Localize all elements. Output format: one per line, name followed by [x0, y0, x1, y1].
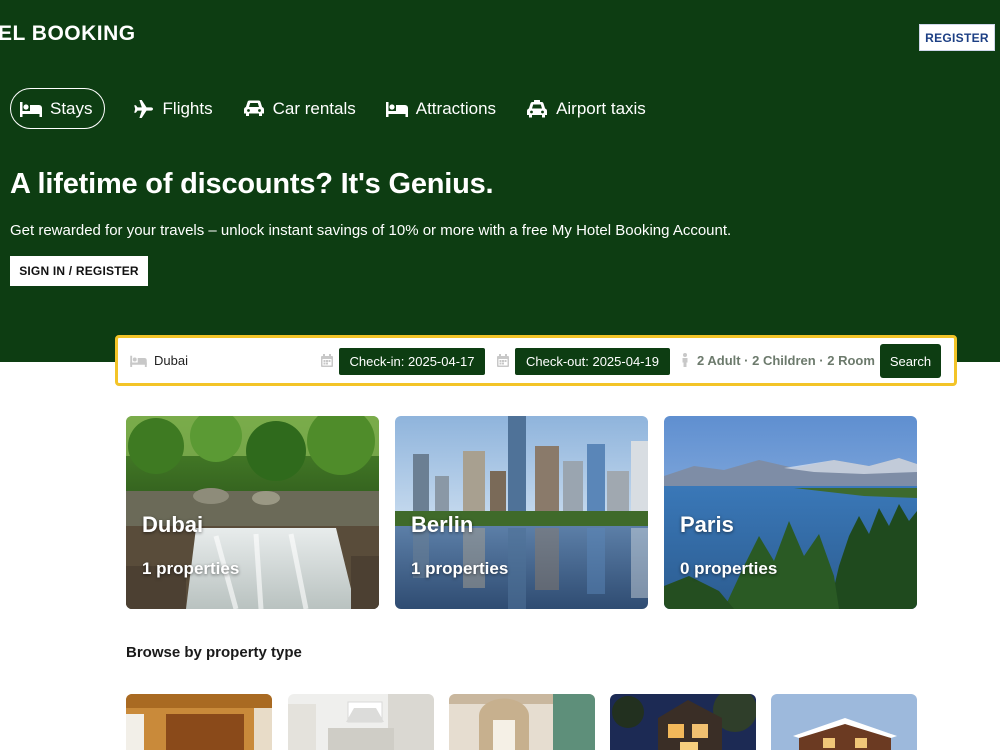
calendar-icon [497, 354, 509, 372]
check-out-date-button[interactable]: Check-out: 2025-04-19 [515, 348, 670, 375]
search-button[interactable]: Search [880, 344, 941, 378]
brand-logo-text[interactable]: EL BOOKING [0, 22, 136, 46]
nav-item-label: Attractions [415, 98, 497, 118]
destination-input[interactable]: Dubai [154, 353, 188, 368]
bed-icon [385, 100, 408, 118]
property-type-card[interactable] [610, 694, 756, 750]
plane-icon [133, 99, 155, 118]
car-icon [243, 100, 265, 118]
hero-banner: EL BOOKING REGISTER Stays Flights Car re… [0, 0, 1000, 362]
featured-card-berlin[interactable]: Berlin 1 properties [395, 416, 648, 609]
property-type-image [610, 694, 756, 750]
featured-card-dubai[interactable]: Dubai 1 properties [126, 416, 379, 609]
taxi-icon [526, 99, 548, 118]
nav-item-airport-taxis[interactable]: Airport taxis [526, 88, 646, 129]
check-in-date-button[interactable]: Check-in: 2025-04-17 [339, 348, 485, 375]
featured-city-count: 1 properties [411, 559, 509, 578]
guests-selector[interactable]: 2 Adult · 2 Children · 2 Room [697, 353, 875, 368]
nav-item-label: Car rentals [272, 98, 356, 118]
featured-city-name: Dubai [142, 512, 204, 537]
featured-city-name: Paris [680, 512, 734, 537]
property-type-card[interactable] [771, 694, 917, 750]
nav-item-label: Flights [162, 98, 213, 118]
featured-city-name: Berlin [411, 512, 474, 537]
property-type-image [449, 694, 595, 750]
calendar-icon [321, 354, 333, 372]
hero-subtitle: Get rewarded for your travels – unlock i… [10, 222, 732, 239]
property-type-image [771, 694, 917, 750]
property-type-image [288, 694, 434, 750]
nav-item-label: Stays [50, 98, 93, 118]
bed-icon [20, 100, 42, 118]
nav-item-car-rentals[interactable]: Car rentals [243, 88, 356, 129]
register-button[interactable]: REGISTER [919, 24, 995, 51]
featured-city-count: 0 properties [680, 559, 778, 578]
nav-item-label: Airport taxis [556, 98, 646, 118]
nav-item-attractions[interactable]: Attractions [385, 88, 497, 129]
person-icon [681, 353, 689, 372]
search-bar: Dubai Check-in: 2025-04-17 Check-out: 20… [115, 335, 957, 386]
nav-item-flights[interactable]: Flights [133, 88, 213, 129]
property-type-card[interactable] [126, 694, 272, 750]
featured-card-paris[interactable]: Paris 0 properties [664, 416, 917, 609]
hero-title: A lifetime of discounts? It's Genius. [10, 168, 494, 200]
sign-in-register-button[interactable]: SIGN IN / REGISTER [10, 256, 148, 286]
property-type-image [126, 694, 272, 750]
featured-city-count: 1 properties [142, 559, 240, 578]
property-type-card[interactable] [288, 694, 434, 750]
nav-bar: Stays Flights Car rentals Attractions Ai… [10, 88, 676, 129]
property-types-title: Browse by property type [126, 644, 302, 661]
nav-item-stays[interactable]: Stays [10, 88, 105, 129]
bed-icon [130, 354, 147, 372]
property-type-card[interactable] [449, 694, 595, 750]
